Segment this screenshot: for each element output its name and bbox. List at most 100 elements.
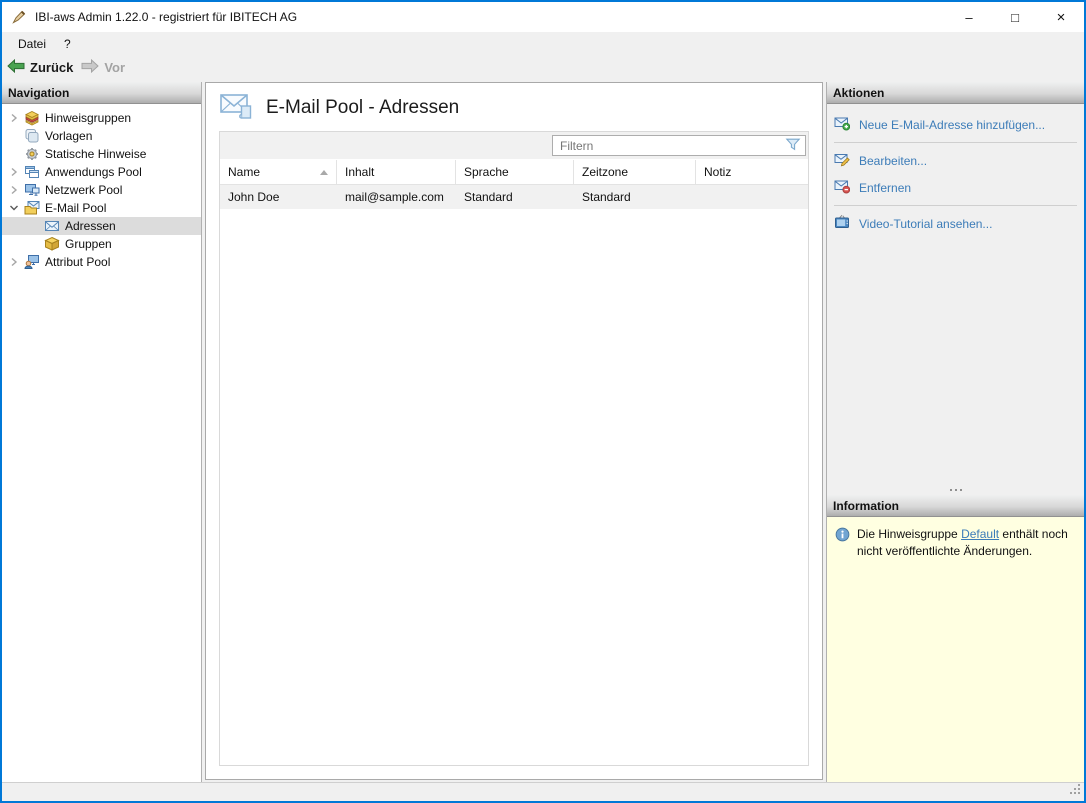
back-button[interactable]: Zurück xyxy=(7,59,73,76)
nav-item-email-pool[interactable]: E-Mail Pool xyxy=(2,199,201,217)
email-address-icon xyxy=(44,218,60,234)
separator xyxy=(834,142,1077,143)
right-panel: Aktionen Neue E-Mail-Adresse hinzufügen.… xyxy=(826,82,1084,782)
table-header-row: Name Inhalt Sprache Zeitzone Notiz xyxy=(220,160,808,185)
actions-list: Neue E-Mail-Adresse hinzufügen... Bearbe… xyxy=(827,104,1084,237)
nav-item-label: Netzwerk Pool xyxy=(45,183,122,197)
information-text: Die Hinweisgruppe Default enthält noch n… xyxy=(857,526,1076,561)
filter-input[interactable] xyxy=(553,139,785,153)
main-panel: E-Mail Pool - Adressen Name xyxy=(205,82,823,780)
chevron-down-icon[interactable] xyxy=(6,200,22,216)
status-bar xyxy=(2,782,1084,801)
toolbar: Zurück Vor xyxy=(2,55,1084,80)
table-empty-area xyxy=(220,209,808,765)
app-icon xyxy=(11,9,27,25)
action-edit[interactable]: Bearbeiten... xyxy=(827,147,1084,174)
maximize-button[interactable]: □ xyxy=(992,2,1038,32)
nav-item-label: Gruppen xyxy=(65,237,112,251)
table-row[interactable]: John Doe mail@sample.com Standard Standa… xyxy=(220,185,808,209)
info-icon xyxy=(835,527,850,545)
column-header-zeitzone[interactable]: Zeitzone xyxy=(574,160,696,184)
templates-icon xyxy=(24,128,40,144)
column-header-name[interactable]: Name xyxy=(220,160,337,184)
menu-bar: Datei ? xyxy=(2,32,1084,55)
nav-item-label: Hinweisgruppen xyxy=(45,111,131,125)
actions-header: Aktionen xyxy=(827,82,1084,104)
action-label: Neue E-Mail-Adresse hinzufügen... xyxy=(859,118,1045,132)
cell-zeitzone: Standard xyxy=(574,190,696,204)
forward-button[interactable]: Vor xyxy=(81,59,125,76)
nav-item-vorlagen[interactable]: Vorlagen xyxy=(2,127,201,145)
navigation-panel: Navigation Hinweisgruppen Vorlagen Stati… xyxy=(2,82,202,782)
email-page-icon xyxy=(220,92,254,123)
cell-inhalt: mail@sample.com xyxy=(337,190,456,204)
close-button[interactable]: × xyxy=(1038,2,1084,32)
information-header: Information xyxy=(827,495,1084,517)
filter-strip xyxy=(220,132,808,159)
nav-item-anwendungs-pool[interactable]: Anwendungs Pool xyxy=(2,163,201,181)
title-bar: IBI-aws Admin 1.22.0 - registriert für I… xyxy=(2,2,1084,32)
action-remove[interactable]: Entfernen xyxy=(827,174,1084,201)
nav-item-label: Anwendungs Pool xyxy=(45,165,142,179)
nav-item-adressen[interactable]: Adressen xyxy=(2,217,201,235)
notice-groups-icon xyxy=(24,110,40,126)
menu-item-datei[interactable]: Datei xyxy=(9,34,55,55)
nav-item-statische-hinweise[interactable]: Statische Hinweise xyxy=(2,145,201,163)
action-video-tutorial[interactable]: Video-Tutorial ansehen... xyxy=(827,210,1084,237)
nav-item-gruppen[interactable]: Gruppen xyxy=(2,235,201,253)
action-label: Entfernen xyxy=(859,181,911,195)
nav-item-label: Statische Hinweise xyxy=(45,147,146,161)
column-header-notiz[interactable]: Notiz xyxy=(696,160,808,184)
action-label: Video-Tutorial ansehen... xyxy=(859,217,992,231)
chevron-right-icon[interactable] xyxy=(6,110,22,126)
separator xyxy=(834,205,1077,206)
chevron-right-icon[interactable] xyxy=(6,164,22,180)
network-pool-icon xyxy=(24,182,40,198)
email-add-icon xyxy=(834,115,850,134)
email-remove-icon xyxy=(834,178,850,197)
nav-item-hinweisgruppen[interactable]: Hinweisgruppen xyxy=(2,109,201,127)
panel-splitter-handle[interactable] xyxy=(827,484,1084,495)
navigation-header: Navigation xyxy=(2,82,201,104)
column-header-sprache[interactable]: Sprache xyxy=(456,160,574,184)
sort-asc-icon xyxy=(320,170,328,175)
filter-box xyxy=(552,135,806,156)
chevron-right-icon[interactable] xyxy=(6,254,22,270)
application-pool-icon xyxy=(24,164,40,180)
nav-item-attribut-pool[interactable]: Attribut Pool xyxy=(2,253,201,271)
navigation-tree: Hinweisgruppen Vorlagen Statische Hinwei… xyxy=(2,104,201,271)
cell-name: John Doe xyxy=(220,190,337,204)
page-heading: E-Mail Pool - Adressen xyxy=(206,83,822,131)
column-header-inhalt[interactable]: Inhalt xyxy=(337,160,456,184)
back-arrow-icon xyxy=(7,59,25,76)
action-label: Bearbeiten... xyxy=(859,154,927,168)
minimize-button[interactable]: – xyxy=(946,2,992,32)
nav-item-netzwerk-pool[interactable]: Netzwerk Pool xyxy=(2,181,201,199)
page-title: E-Mail Pool - Adressen xyxy=(266,97,459,119)
actions-empty-area xyxy=(827,237,1084,484)
action-add-email-address[interactable]: Neue E-Mail-Adresse hinzufügen... xyxy=(827,111,1084,138)
content-area: Navigation Hinweisgruppen Vorlagen Stati… xyxy=(2,80,1084,782)
chevron-right-icon[interactable] xyxy=(6,182,22,198)
address-table: Name Inhalt Sprache Zeitzone Notiz John … xyxy=(219,131,809,766)
cell-sprache: Standard xyxy=(456,190,574,204)
window-title: IBI-aws Admin 1.22.0 - registriert für I… xyxy=(35,10,946,24)
default-group-link[interactable]: Default xyxy=(961,527,999,541)
nav-item-label: Adressen xyxy=(65,219,116,233)
forward-arrow-icon xyxy=(81,59,99,76)
resize-grip-icon[interactable] xyxy=(1070,784,1081,798)
video-tutorial-icon xyxy=(834,214,850,233)
email-edit-icon xyxy=(834,151,850,170)
forward-button-label: Vor xyxy=(104,60,125,75)
app-window: IBI-aws Admin 1.22.0 - registriert für I… xyxy=(0,0,1086,803)
attribute-pool-icon xyxy=(24,254,40,270)
email-pool-icon xyxy=(24,200,40,216)
static-notices-icon xyxy=(24,146,40,162)
filter-funnel-icon[interactable] xyxy=(785,137,801,155)
menu-item-help[interactable]: ? xyxy=(55,34,80,55)
information-panel: Die Hinweisgruppe Default enthält noch n… xyxy=(827,517,1084,782)
back-button-label: Zurück xyxy=(30,60,73,75)
nav-item-label: Attribut Pool xyxy=(45,255,110,269)
groups-icon xyxy=(44,236,60,252)
window-controls: – □ × xyxy=(946,2,1084,32)
